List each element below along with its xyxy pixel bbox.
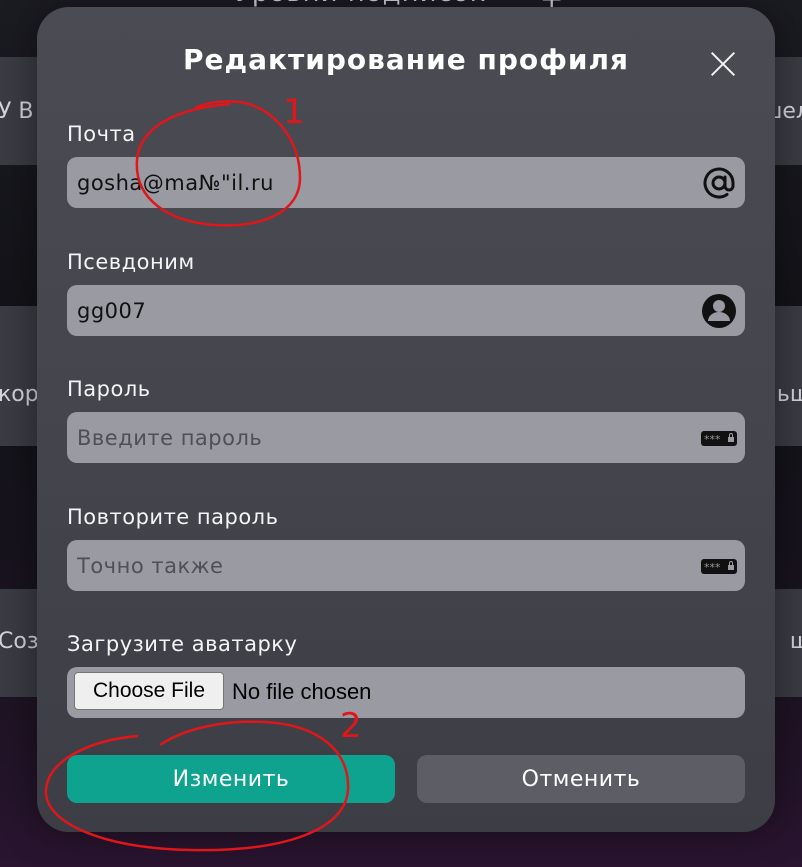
svg-text:***: *** [704, 561, 721, 574]
at-icon [703, 167, 735, 199]
annotation-number: 1 [283, 92, 305, 132]
background-row-left-text: У В [0, 99, 34, 124]
avatar-file-input: Choose File No file chosen [67, 667, 745, 718]
background-row-right-text: ш [789, 629, 802, 654]
password-icon: *** [701, 559, 737, 574]
modal-title: Редактирование профиля [183, 43, 629, 76]
nickname-field[interactable] [77, 285, 687, 336]
email-label: Почта [67, 122, 136, 146]
password-field-wrapper: *** [67, 412, 745, 463]
user-icon [702, 294, 736, 328]
password-field[interactable] [77, 412, 687, 463]
background-row-left-text: кор [0, 382, 39, 407]
password-label: Пароль [67, 377, 151, 401]
repeat-password-field[interactable] [77, 540, 687, 591]
email-field[interactable] [77, 157, 687, 208]
edit-profile-modal: Редактирование профиля Почта Псевдоним П… [37, 7, 775, 832]
submit-button[interactable]: Изменить [67, 755, 395, 803]
annotation-number: 2 [340, 706, 362, 746]
svg-text:***: *** [704, 433, 721, 446]
file-status-text: No file chosen [232, 679, 372, 704]
avatar-label: Загрузите аватарку [67, 632, 298, 656]
email-field-wrapper [67, 157, 745, 208]
cancel-button[interactable]: Отменить [417, 755, 745, 803]
close-button[interactable] [710, 51, 736, 77]
background-row-right-text: ьш [776, 382, 802, 407]
repeat-password-field-wrapper: *** [67, 540, 745, 591]
nickname-field-wrapper [67, 285, 745, 336]
choose-file-button[interactable]: Choose File [74, 672, 224, 710]
password-icon: *** [701, 431, 737, 446]
repeat-password-label: Повторите пароль [67, 505, 279, 529]
nickname-label: Псевдоним [67, 250, 195, 274]
